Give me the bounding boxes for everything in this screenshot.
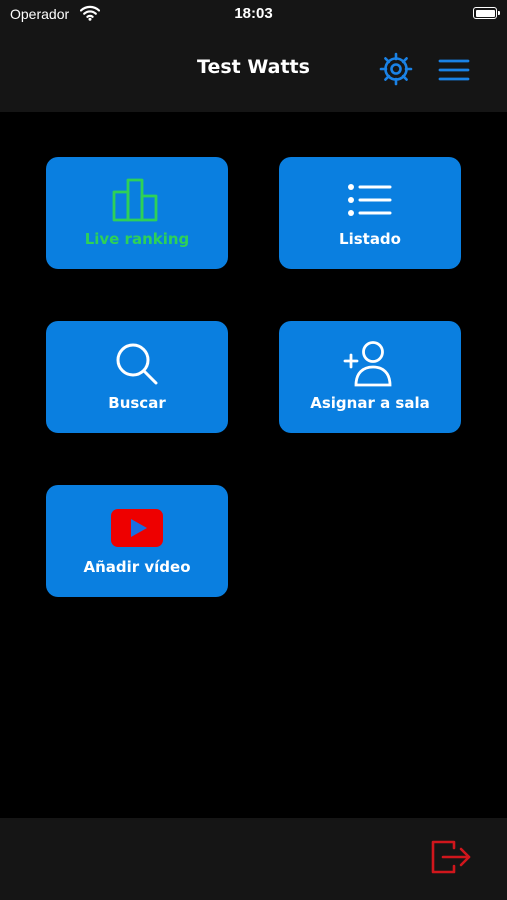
menu-grid: Live ranking Listado Buscar Asignar a sa… xyxy=(0,112,507,818)
listado-button[interactable]: Listado xyxy=(279,157,461,269)
search-icon xyxy=(46,339,228,389)
asignar-a-sala-button[interactable]: Asignar a sala xyxy=(279,321,461,433)
buscar-button[interactable]: Buscar xyxy=(46,321,228,433)
status-bar: Operador 18:03 xyxy=(0,0,507,28)
list-icon xyxy=(279,175,461,225)
listado-label: Listado xyxy=(339,230,401,248)
clock: 18:03 xyxy=(234,5,273,22)
live-ranking-button[interactable]: Live ranking xyxy=(46,157,228,269)
page-title: Test Watts xyxy=(197,56,310,78)
live-ranking-label: Live ranking xyxy=(84,230,190,248)
asignar-a-sala-label: Asignar a sala xyxy=(310,394,430,412)
battery-icon xyxy=(473,7,500,19)
bottom-bar xyxy=(0,818,507,900)
bar-chart-icon xyxy=(46,175,228,225)
logout-icon[interactable] xyxy=(430,839,472,875)
navigation-bar: Test Watts xyxy=(0,28,507,112)
gear-icon[interactable] xyxy=(377,50,415,88)
add-user-icon xyxy=(279,339,461,389)
youtube-play-icon xyxy=(46,503,228,553)
anadir-video-label: Añadir vídeo xyxy=(83,558,191,576)
buscar-label: Buscar xyxy=(108,394,166,412)
hamburger-menu-icon[interactable] xyxy=(437,58,471,82)
anadir-video-button[interactable]: Añadir vídeo xyxy=(46,485,228,597)
